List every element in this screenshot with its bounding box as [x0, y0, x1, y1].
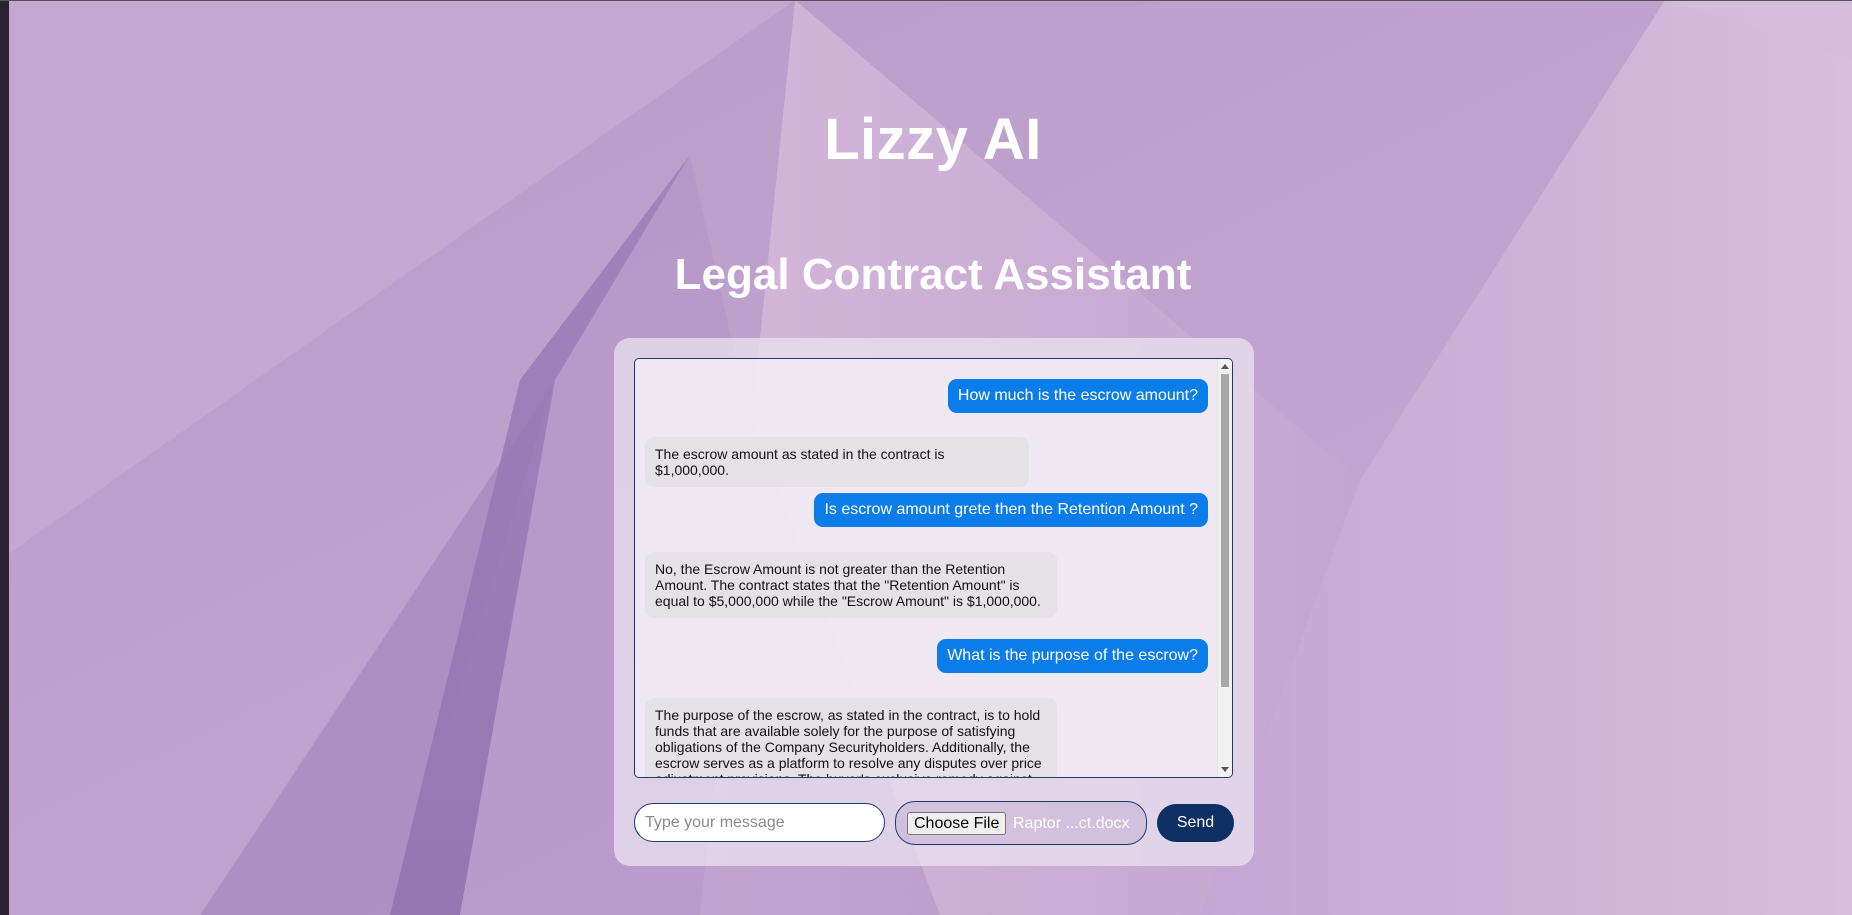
user-message: Is escrow amount grete then the Retentio… — [814, 493, 1208, 527]
page-subtitle: Legal Contract Assistant — [674, 250, 1192, 299]
scroll-up-icon[interactable] — [1221, 364, 1229, 369]
window-top-edge — [0, 0, 1852, 1]
app-title: Lizzy AI — [824, 107, 1042, 172]
scroll-down-icon[interactable] — [1221, 767, 1229, 772]
assistant-message: No, the Escrow Amount is not greater tha… — [645, 552, 1057, 618]
message-list: How much is the escrow amount? The escro… — [635, 359, 1217, 777]
message-input[interactable] — [634, 803, 885, 842]
chat-scrollbar[interactable] — [1217, 359, 1232, 777]
assistant-message: The escrow amount as stated in the contr… — [645, 437, 1029, 487]
file-upload[interactable]: Choose File Raptor ...ct.docx — [895, 801, 1147, 845]
user-message: What is the purpose of the escrow? — [937, 639, 1208, 673]
chat-panel: How much is the escrow amount? The escro… — [614, 338, 1254, 866]
chat-history[interactable]: How much is the escrow amount? The escro… — [634, 358, 1233, 778]
send-button[interactable]: Send — [1157, 804, 1234, 842]
user-message: How much is the escrow amount? — [947, 379, 1208, 413]
selected-file-name: Raptor ...ct.docx — [1013, 815, 1130, 832]
scroll-thumb[interactable] — [1221, 374, 1229, 687]
choose-file-button[interactable]: Choose File — [907, 812, 1007, 835]
assistant-message: The purpose of the escrow, as stated in … — [645, 698, 1057, 777]
